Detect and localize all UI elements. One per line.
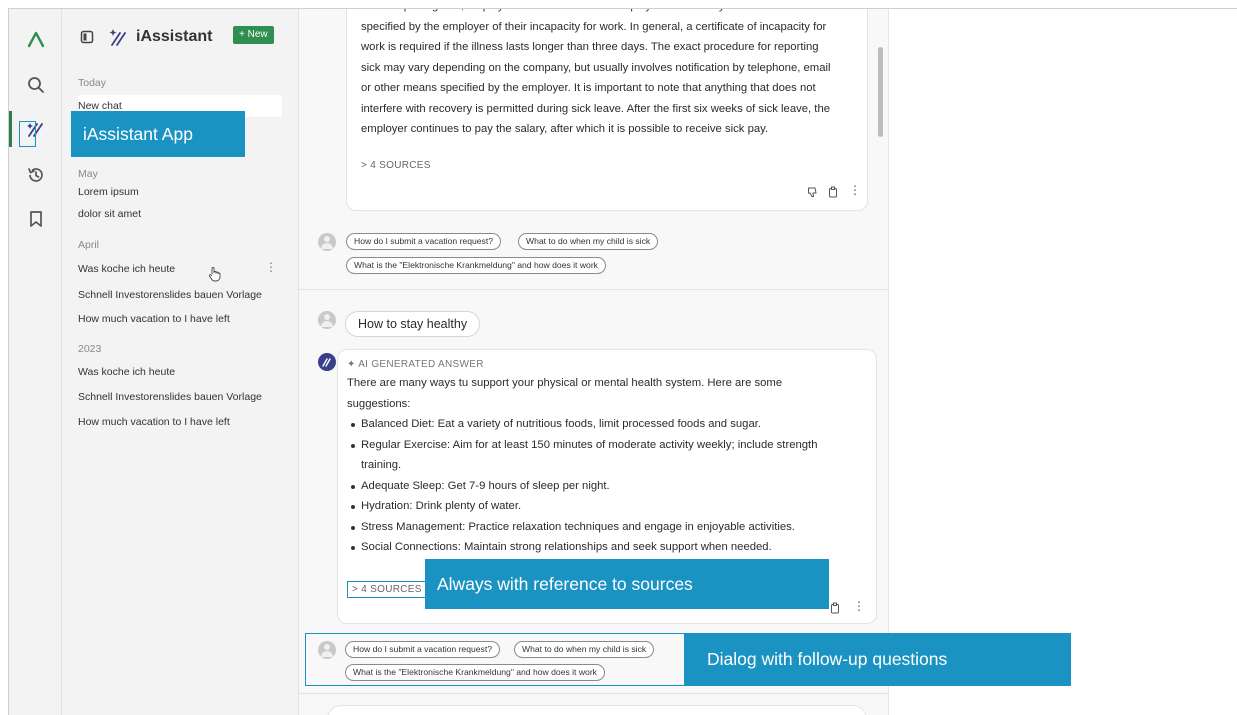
user-question: How to stay healthy [345, 311, 481, 337]
callout-iassistant-app: iAssistant App [71, 111, 245, 157]
followup-chip[interactable]: What to do when my child is sick [518, 233, 659, 250]
group-today: Today [78, 77, 107, 89]
sidebar-title: iAssistant [136, 28, 213, 45]
assistant-icon [322, 358, 331, 367]
followup-chip[interactable]: How do I submit a vacation request? [346, 233, 502, 250]
history-item[interactable]: How much vacation to I have left [78, 416, 230, 428]
answer-text: When reporting sick, employees should in… [361, 9, 831, 135]
group-2023: 2023 [78, 343, 102, 355]
list-item: Social Connections: Maintain strong rela… [347, 537, 872, 558]
sources-toggle[interactable]: > 4 SOURCES [347, 581, 427, 598]
divider [299, 693, 889, 694]
iassistant-logo-icon [109, 29, 126, 46]
more-icon[interactable]: ⋮ [853, 599, 865, 613]
user-avatar [318, 233, 336, 251]
answer-card: When reporting sick, employees should in… [346, 9, 868, 211]
more-icon[interactable]: ⋮ [849, 183, 861, 197]
logo-icon[interactable] [9, 23, 62, 55]
history-item[interactable]: dolor sit amet [78, 208, 141, 220]
app-window: iAssistant + New Today New chat May Lore… [8, 8, 1237, 715]
ai-avatar [318, 353, 336, 371]
ai-generated-label: ✦ AI GENERATED ANSWER [347, 359, 484, 370]
item-menu-icon[interactable]: ⋮ [265, 260, 277, 274]
chat-input[interactable] [327, 705, 867, 715]
group-april: April [78, 239, 100, 251]
history-item[interactable]: Schnell Investorenslides bauen Vorlage [78, 391, 262, 403]
new-chat-button[interactable]: + New [233, 26, 274, 44]
history-item[interactable]: Lorem ipsum [78, 186, 139, 198]
copy-icon[interactable] [827, 186, 839, 198]
thumbs-down-icon[interactable] [807, 186, 819, 198]
chat-area: When reporting sick, employees should in… [299, 9, 889, 715]
list-item: Balanced Diet: Eat a variety of nutritio… [347, 414, 872, 435]
callout-sources: Always with reference to sources [425, 559, 829, 609]
group-may: May [78, 168, 98, 180]
icon-rail [9, 9, 62, 715]
search-icon[interactable] [9, 69, 62, 101]
divider [299, 289, 889, 290]
app-icon-highlight [19, 121, 36, 147]
hand-cursor-icon [209, 267, 221, 282]
answer-text: There are many ways tu support your phys… [347, 373, 872, 558]
copy-icon[interactable] [829, 602, 841, 614]
followup-chip[interactable]: What is the "Elektronische Krankmeldung"… [346, 257, 606, 274]
list-item: Hydration: Drink plenty of water. [347, 496, 872, 517]
history-item[interactable]: Schnell Investorenslides bauen Vorlage [78, 289, 262, 301]
list-item: Adequate Sleep: Get 7-9 hours of sleep p… [347, 476, 872, 497]
scrollbar[interactable] [878, 47, 883, 137]
callout-dialog: Dialog with follow-up questions [685, 633, 1071, 686]
history-item[interactable]: Was koche ich heute [78, 263, 175, 275]
sources-toggle[interactable]: > 4 SOURCES [361, 160, 431, 171]
history-item[interactable]: Was koche ich heute [78, 366, 175, 378]
bookmark-icon[interactable] [9, 203, 62, 235]
user-avatar [318, 311, 336, 329]
history-icon[interactable] [9, 159, 62, 191]
history-item[interactable]: How much vacation to I have left [78, 313, 230, 325]
list-item: Stress Management: Practice relaxation t… [347, 517, 872, 538]
list-item: Regular Exercise: Aim for at least 150 m… [347, 435, 872, 476]
sidebar-toggle-icon[interactable] [80, 30, 94, 44]
followups-highlight [305, 633, 685, 686]
sidebar-header: iAssistant [80, 25, 212, 49]
